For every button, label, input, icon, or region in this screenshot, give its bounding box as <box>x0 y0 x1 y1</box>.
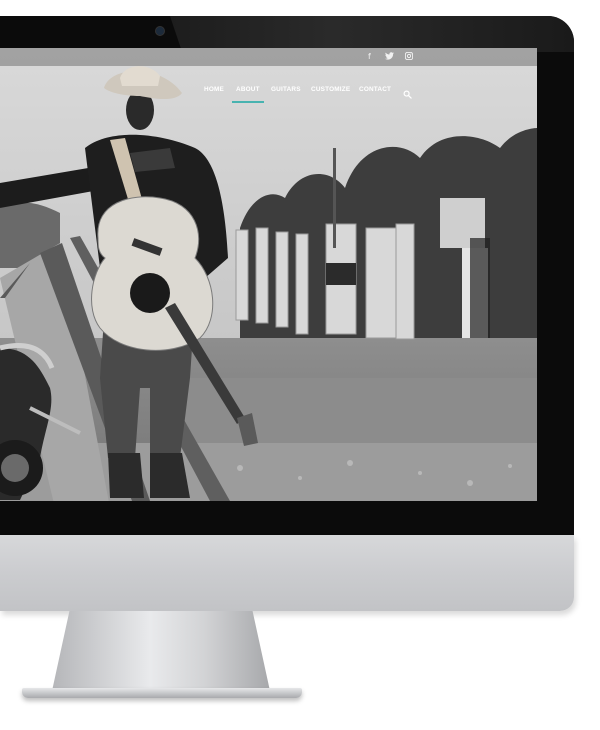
website-screen: f HOME ABOUT GUITARS CUSTOMIZE CONTACT <box>0 48 537 501</box>
instagram-icon[interactable] <box>404 51 414 63</box>
search-icon[interactable] <box>403 86 413 99</box>
monitor-stand <box>52 611 270 691</box>
monitor-chin <box>0 535 574 611</box>
facebook-icon[interactable]: f <box>368 52 371 62</box>
twitter-icon[interactable] <box>385 52 394 63</box>
nav-guitars[interactable]: GUITARS <box>271 86 301 98</box>
bezel-highlight <box>170 16 574 52</box>
camera-icon <box>156 27 164 35</box>
hero-photo <box>0 48 537 501</box>
monitor-stand-base <box>22 688 302 698</box>
nav-home[interactable]: HOME <box>204 86 224 98</box>
top-bar <box>0 48 537 66</box>
nav-about[interactable]: ABOUT <box>236 86 260 98</box>
nav-contact[interactable]: CONTACT <box>359 86 391 98</box>
nav-active-indicator <box>232 101 264 103</box>
nav-customize[interactable]: CUSTOMIZE <box>311 86 350 98</box>
